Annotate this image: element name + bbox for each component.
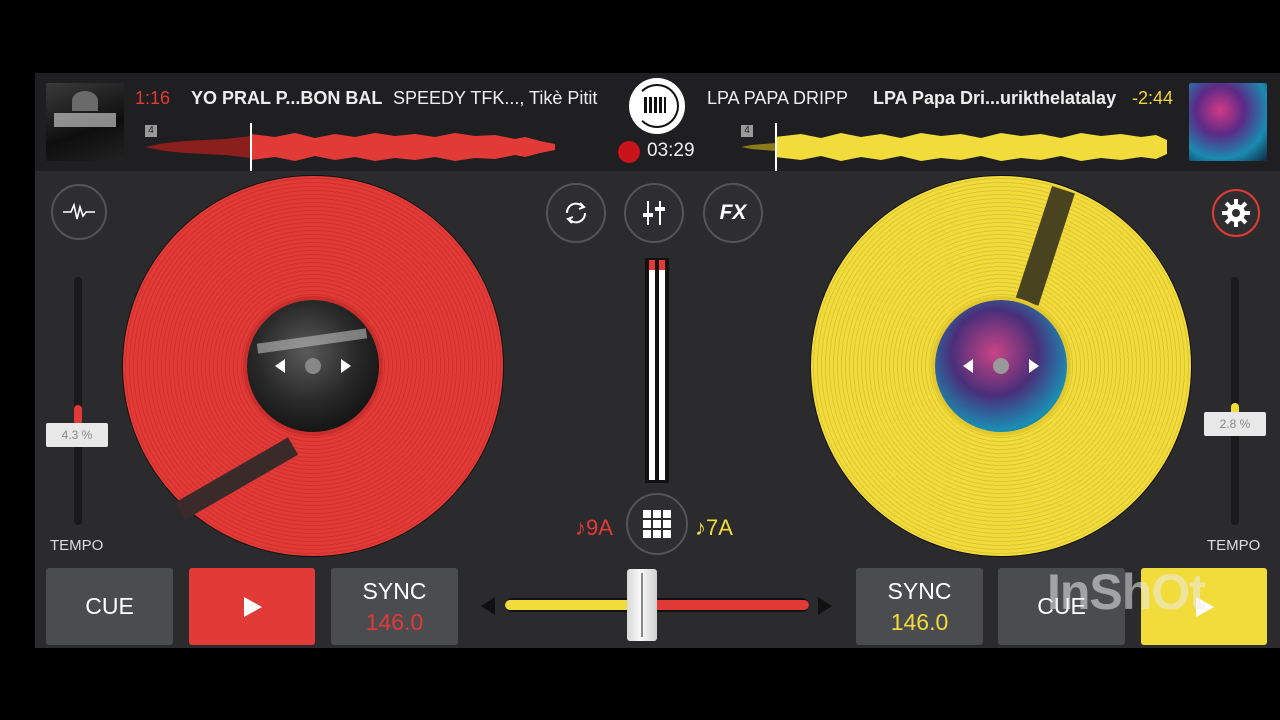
waveform-view-button[interactable]: [51, 184, 107, 240]
mixer-button[interactable]: [624, 183, 684, 243]
deck-a-next-arrow-icon[interactable]: [341, 359, 351, 373]
deck-b-key: ♪7A: [695, 515, 733, 540]
fx-button[interactable]: FX: [703, 183, 763, 243]
deck-a-sync-label: SYNC: [362, 577, 427, 604]
deck-b-sync-button[interactable]: SYNC 146.0: [856, 568, 983, 645]
deck-b-remaining-time: -2:44: [1132, 88, 1174, 108]
recording-time: 03:29: [647, 140, 695, 161]
deck-b-tempo-slider[interactable]: [1231, 277, 1239, 525]
app-logo-button[interactable]: [629, 78, 685, 134]
deck-a-cue-label: CUE: [85, 593, 134, 619]
deck-a-cover-art[interactable]: [46, 83, 124, 161]
crossfader-track[interactable]: [505, 598, 809, 612]
deck-a-tempo-slider[interactable]: [74, 277, 82, 525]
deck-a-key: ♪9A: [575, 515, 613, 540]
deck-b-track-artist: LPA PAPA DRIPP: [707, 88, 849, 108]
crossfader-left-arrow-icon[interactable]: [481, 597, 495, 615]
top-bar: 1:16 YO PRAL P...BON BAL SPEEDY TFK..., …: [35, 73, 1280, 171]
loop-sync-button[interactable]: [546, 183, 606, 243]
deck-a-tempo-label: TEMPO: [50, 537, 104, 554]
deck-b-tempo-label: TEMPO: [1207, 537, 1261, 554]
deck-b-cover-art[interactable]: [1189, 83, 1267, 161]
deck-a-jog-wheel[interactable]: [123, 176, 503, 556]
deck-b-bpm: 146.0: [890, 608, 949, 635]
deck-a-beat-counter: 4: [145, 125, 157, 137]
deck-b-next-arrow-icon[interactable]: [1029, 359, 1039, 373]
master-volume-meter: [645, 258, 669, 483]
deck-a-pitch-value: 4.3 %: [46, 423, 108, 447]
crossfader-handle[interactable]: [627, 569, 657, 641]
deck-b-jog-wheel[interactable]: [811, 176, 1191, 556]
deck-b-waveform[interactable]: 4: [741, 123, 1167, 171]
deck-b-track-title: LPA Papa Dri...urikthelatalay: [873, 88, 1117, 108]
grid-icon: [643, 510, 671, 538]
deck-a-record-label: [243, 296, 383, 436]
waveform-icon: [63, 202, 95, 220]
gear-icon: [1222, 199, 1250, 227]
deck-b-beat-counter: 4: [741, 125, 753, 137]
pads-button[interactable]: [626, 493, 688, 555]
deck-b-record-label: [931, 296, 1071, 436]
deck-a-track-artist: SPEEDY TFK..., Tikè Pitit: [393, 88, 598, 108]
deck-b-sync-label: SYNC: [887, 577, 952, 604]
deck-a-cue-button[interactable]: CUE: [46, 568, 173, 645]
dj-app: 1:16 YO PRAL P...BON BAL SPEEDY TFK..., …: [35, 73, 1280, 648]
deck-a-prev-arrow-icon[interactable]: [275, 359, 285, 373]
crossfader-right-arrow-icon[interactable]: [818, 597, 832, 615]
settings-button[interactable]: [1212, 189, 1260, 237]
play-icon: [244, 596, 262, 617]
mixer-icon: [643, 201, 665, 225]
record-button[interactable]: [618, 141, 640, 163]
inshot-watermark: InShOt: [1047, 564, 1206, 620]
deck-a-bpm: 146.0: [365, 608, 424, 635]
deck-b-pitch-value: 2.8 %: [1204, 412, 1266, 436]
deck-a-play-button[interactable]: [189, 568, 315, 645]
deck-a-elapsed-time: 1:16: [135, 88, 171, 108]
deck-a-track-title: YO PRAL P...BON BAL: [191, 88, 383, 108]
deck-b-prev-arrow-icon[interactable]: [963, 359, 973, 373]
loop-icon: [565, 202, 587, 224]
deck-a-waveform[interactable]: 4: [145, 123, 555, 171]
deck-a-sync-button[interactable]: SYNC 146.0: [331, 568, 458, 645]
